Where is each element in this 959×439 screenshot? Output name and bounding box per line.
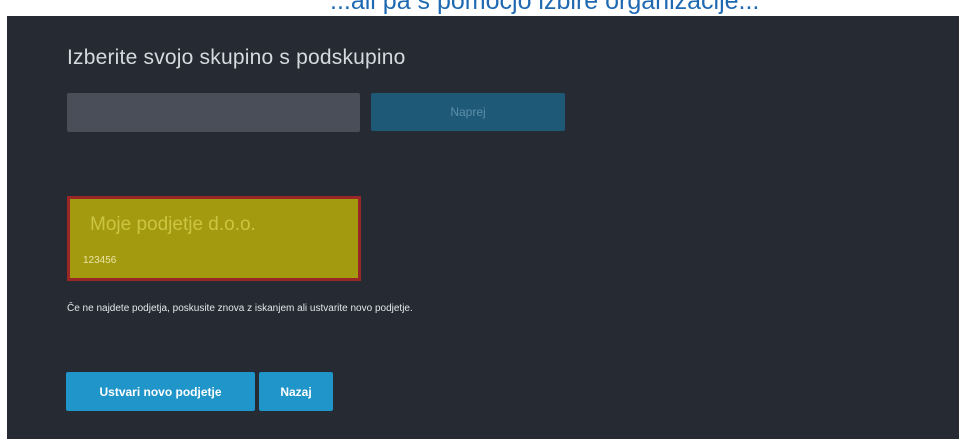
back-button[interactable]: Nazaj — [259, 372, 333, 411]
group-input[interactable] — [67, 93, 360, 132]
company-name: Moje podjetje d.o.o. — [90, 214, 256, 235]
top-caption-strip: ...ali pa s pomočjo izbire organizacije.… — [0, 0, 959, 16]
next-button[interactable]: Naprej — [371, 93, 565, 131]
create-company-button[interactable]: Ustvari novo podjetje — [66, 372, 255, 411]
top-caption: ...ali pa s pomočjo izbire organizacije.… — [330, 0, 760, 15]
company-result-card[interactable]: Moje podjetje d.o.o. 123456 — [67, 196, 361, 281]
not-found-hint: Če ne najdete podjetja, poskusite znova … — [67, 303, 413, 314]
page-title: Izberite svojo skupino s podskupino — [67, 46, 406, 69]
company-selection-panel: Izberite svojo skupino s podskupino Napr… — [7, 16, 959, 439]
company-id: 123456 — [83, 255, 117, 266]
